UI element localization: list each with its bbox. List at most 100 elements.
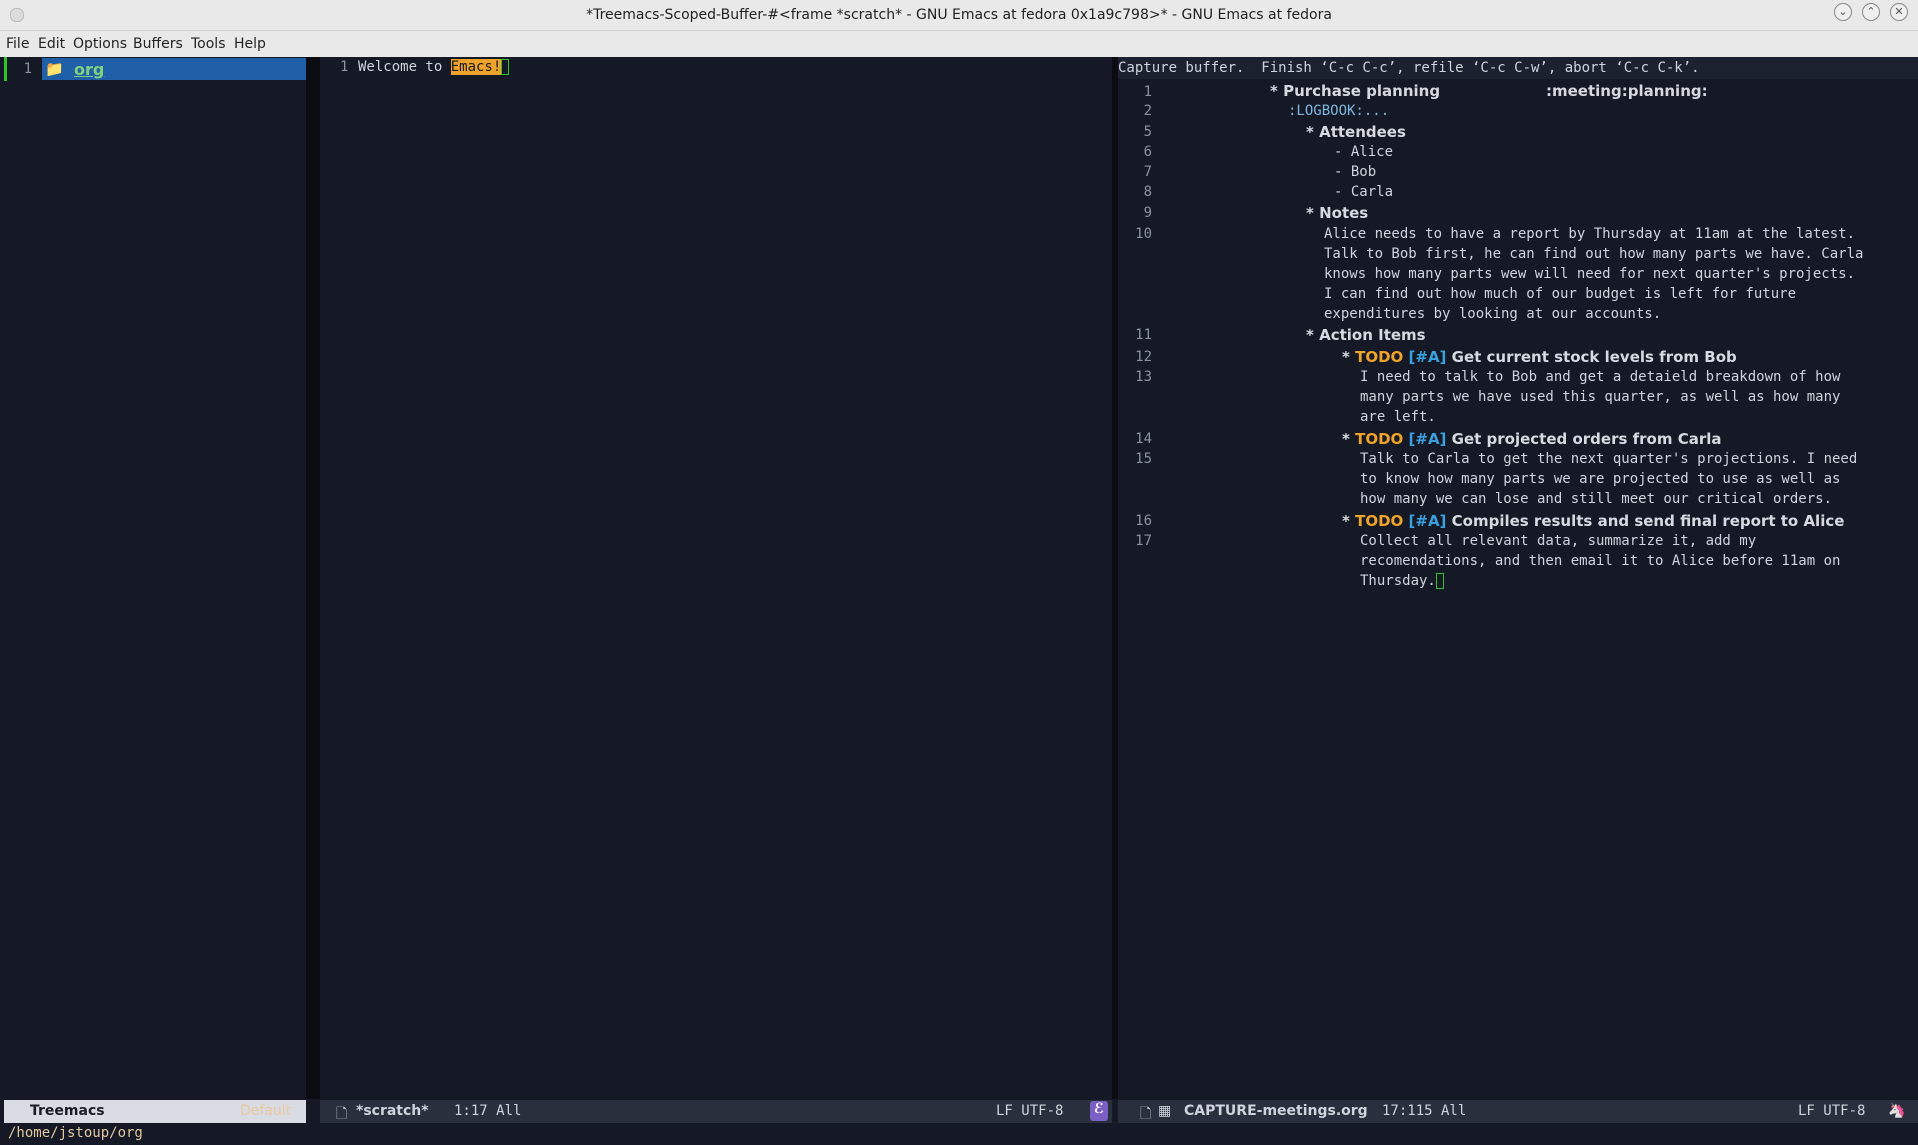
todo-body-line: Collect all relevant data, summarize it,… bbox=[1360, 533, 1757, 549]
line-number: 15 bbox=[1135, 451, 1152, 467]
menu-options[interactable]: Options bbox=[73, 36, 127, 52]
action-items-heading: * Action Items bbox=[1306, 326, 1426, 344]
scratch-line-number: 1 bbox=[340, 59, 349, 75]
maximize-icon[interactable]: ⌃ bbox=[1862, 3, 1880, 21]
org-file-icon: ▦ bbox=[1158, 1103, 1172, 1119]
treemacs-window[interactable]: 1 📁 org bbox=[0, 57, 306, 1099]
line-number: 10 bbox=[1135, 226, 1152, 242]
text-cursor bbox=[1435, 573, 1444, 589]
attendee-item: - Carla bbox=[1334, 184, 1394, 200]
heading-star: * bbox=[1342, 512, 1350, 530]
line-number: 11 bbox=[1135, 327, 1152, 343]
attendees-heading-text: Attendees bbox=[1319, 123, 1406, 141]
priority-cookie: [#A] bbox=[1408, 430, 1447, 448]
attendee-item: - Bob bbox=[1334, 164, 1377, 180]
heading-star: * bbox=[1342, 348, 1350, 366]
capture-modeline[interactable]: 🗋 ▦ CAPTURE-meetings.org 17:115 All LF U… bbox=[1118, 1100, 1918, 1123]
menu-tools[interactable]: Tools bbox=[191, 36, 226, 52]
text-cursor bbox=[501, 59, 510, 75]
scratch-highlight: Emacs! bbox=[450, 59, 502, 75]
scratch-text-prefix: Welcome to bbox=[358, 59, 451, 75]
line-number: 9 bbox=[1143, 205, 1152, 221]
line-number: 5 bbox=[1143, 124, 1152, 140]
todo-title: Compiles results and send final report t… bbox=[1451, 512, 1845, 530]
capture-header-text: Capture buffer. Finish ‘C-c C-c’, refile… bbox=[1118, 60, 1700, 76]
capture-window[interactable]: Capture buffer. Finish ‘C-c C-c’, refile… bbox=[1118, 57, 1918, 1099]
action-items-heading-text: Action Items bbox=[1319, 326, 1426, 344]
line-number: 16 bbox=[1135, 513, 1152, 529]
logbook-drawer[interactable]: :LOGBOOK:... bbox=[1288, 103, 1389, 119]
line-number: 17 bbox=[1135, 533, 1152, 549]
treemacs-line-number: 1 bbox=[23, 61, 32, 77]
todo-body-text: Thursday. bbox=[1360, 573, 1436, 589]
todo-keyword: TODO bbox=[1355, 348, 1404, 366]
scratch-modeline-encoding: LF UTF-8 bbox=[996, 1103, 1064, 1119]
treemacs-modeline-workspace: Default bbox=[240, 1103, 292, 1119]
notes-line: Alice needs to have a report by Thursday… bbox=[1324, 226, 1856, 242]
echo-area-text: /home/jstoup/org bbox=[8, 1125, 143, 1141]
close-icon[interactable]: ✕ bbox=[1890, 3, 1908, 21]
capture-modeline-encoding: LF UTF-8 bbox=[1798, 1103, 1866, 1119]
capture-modeline-position: 17:115 All bbox=[1382, 1103, 1467, 1119]
scratch-modeline-position: 1:17 All bbox=[454, 1103, 522, 1119]
scratch-window[interactable]: 1 Welcome to Emacs! bbox=[320, 57, 1112, 1099]
notes-line: I can find out how much of our budget is… bbox=[1324, 286, 1797, 302]
minimize-icon[interactable]: ⌄ bbox=[1834, 3, 1852, 21]
priority-cookie: [#A] bbox=[1408, 512, 1447, 530]
line-number: 13 bbox=[1135, 369, 1152, 385]
scratch-modeline-buffer: *scratch* bbox=[356, 1103, 429, 1119]
window-divider[interactable] bbox=[306, 57, 320, 1099]
scratch-modeline[interactable]: 🗋 *scratch* 1:17 All LF UTF-8 ℰ bbox=[320, 1100, 1112, 1123]
org-heading-tags: :meeting:planning: bbox=[1546, 82, 1708, 100]
heading-star: * bbox=[1306, 204, 1314, 222]
scratch-text: Welcome to Emacs! bbox=[358, 59, 510, 75]
heading-text: Purchase planning bbox=[1283, 82, 1441, 100]
menu-buffers[interactable]: Buffers bbox=[133, 36, 183, 52]
window-title: *Treemacs-Scoped-Buffer-#<frame *scratch… bbox=[586, 7, 1332, 23]
todo-keyword: TODO bbox=[1355, 430, 1404, 448]
notes-heading: * Notes bbox=[1306, 204, 1368, 222]
org-unicorn-icon: 🦄 bbox=[1888, 1103, 1906, 1119]
menu-file[interactable]: File bbox=[6, 36, 29, 52]
echo-area[interactable]: /home/jstoup/org bbox=[0, 1123, 1918, 1145]
todo-keyword: TODO bbox=[1355, 512, 1404, 530]
menu-bar: File Edit Options Buffers Tools Help bbox=[0, 31, 1918, 57]
attendee-item: - Alice bbox=[1334, 144, 1394, 160]
todo-title: Get projected orders from Carla bbox=[1451, 430, 1722, 448]
line-number: 8 bbox=[1143, 184, 1152, 200]
line-number: 1 bbox=[1143, 84, 1152, 100]
todo-body-line: Thursday. bbox=[1360, 573, 1444, 589]
emacs-icon: ℰ bbox=[1090, 1101, 1108, 1121]
todo-heading: * TODO [#A] Compiles results and send fi… bbox=[1342, 512, 1844, 530]
heading-star: * bbox=[1270, 82, 1278, 100]
todo-body-line: how many we can lose and still meet our … bbox=[1360, 491, 1833, 507]
priority-cookie: [#A] bbox=[1408, 348, 1447, 366]
todo-title: Get current stock levels from Bob bbox=[1451, 348, 1737, 366]
capture-modeline-buffer: CAPTURE-meetings.org bbox=[1184, 1103, 1368, 1119]
todo-body-line: many parts we have used this quarter, as… bbox=[1360, 389, 1841, 405]
heading-star: * bbox=[1306, 326, 1314, 344]
line-number: 12 bbox=[1135, 349, 1152, 365]
treemacs-selected-row[interactable]: 📁 org bbox=[42, 58, 306, 80]
notes-heading-text: Notes bbox=[1319, 204, 1369, 222]
line-number: 7 bbox=[1143, 164, 1152, 180]
treemacs-project-org[interactable]: org bbox=[74, 60, 104, 79]
line-number: 14 bbox=[1135, 431, 1152, 447]
todo-body-line: Talk to Carla to get the next quarter's … bbox=[1360, 451, 1858, 467]
heading-star: * bbox=[1306, 123, 1314, 141]
folder-icon: 📁 bbox=[45, 60, 64, 78]
treemacs-modeline[interactable]: Treemacs Default bbox=[4, 1100, 306, 1123]
notes-line: expenditures by looking at our accounts. bbox=[1324, 306, 1662, 322]
menu-help[interactable]: Help bbox=[234, 36, 266, 52]
title-bar: *Treemacs-Scoped-Buffer-#<frame *scratch… bbox=[0, 0, 1918, 31]
todo-heading: * TODO [#A] Get current stock levels fro… bbox=[1342, 348, 1737, 366]
org-heading-title: * Purchase planning bbox=[1270, 82, 1440, 100]
treemacs-fringe-indicator bbox=[4, 57, 7, 81]
line-number: 2 bbox=[1143, 103, 1152, 119]
notes-line: knows how many parts wew will need for n… bbox=[1324, 266, 1856, 282]
heading-star: * bbox=[1342, 430, 1350, 448]
menu-edit[interactable]: Edit bbox=[38, 36, 65, 52]
todo-body-line: to know how many parts we are projected … bbox=[1360, 471, 1841, 487]
notes-line: Talk to Bob first, he can find out how m… bbox=[1324, 246, 1864, 262]
treemacs-modeline-name: Treemacs bbox=[30, 1103, 105, 1119]
